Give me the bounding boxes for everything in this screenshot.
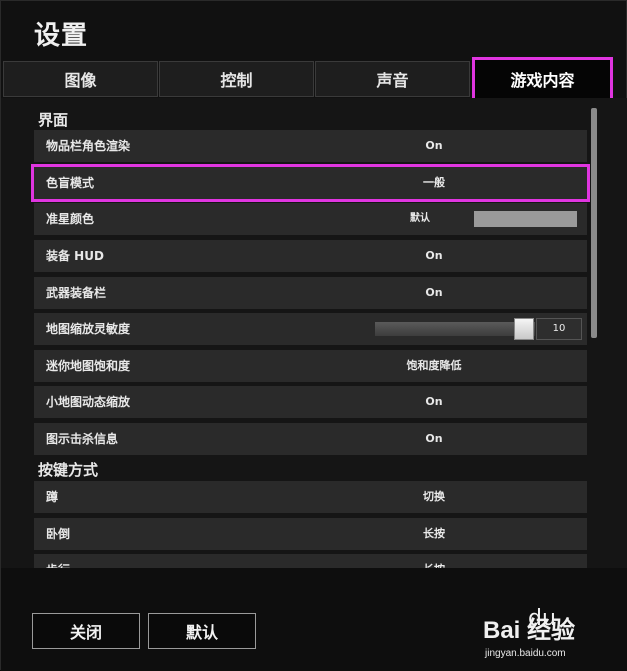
tab-bar: 图像 控制 声音 游戏内容 <box>3 57 626 101</box>
setting-value[interactable]: On <box>394 423 474 455</box>
slider-thumb[interactable] <box>514 318 534 340</box>
section-title-keybinds: 按键方式 <box>38 461 99 479</box>
slider-value[interactable]: 10 <box>536 318 582 340</box>
setting-value[interactable]: On <box>394 386 474 418</box>
setting-row-colorblind-mode[interactable]: 色盲模式 一般 <box>31 164 590 202</box>
setting-value[interactable]: 长按 <box>394 554 474 568</box>
setting-value[interactable]: 默认 <box>410 203 430 235</box>
setting-value[interactable]: 切换 <box>394 481 474 513</box>
setting-label: 卧倒 <box>46 527 71 541</box>
settings-list: 界面 物品栏角色渲染 On 色盲模式 一般 准星颜色 默认 装备 HUD On … <box>1 98 591 568</box>
setting-label: 图示击杀信息 <box>46 432 119 446</box>
setting-row-crouch[interactable]: 蹲 切换 <box>34 481 587 513</box>
setting-value[interactable]: On <box>394 240 474 272</box>
setting-row-walk[interactable]: 步行 长按 <box>34 554 587 568</box>
tab-sound[interactable]: 声音 <box>315 61 470 97</box>
paw-icon: du <box>528 606 556 631</box>
setting-label: 装备 HUD <box>46 249 104 263</box>
setting-row-minimap-saturation[interactable]: 迷你地图饱和度 饱和度降低 <box>34 350 587 382</box>
default-button[interactable]: 默认 <box>148 613 256 649</box>
section-title-interface: 界面 <box>38 111 69 129</box>
setting-row-crosshair-color[interactable]: 准星颜色 默认 <box>34 203 587 235</box>
setting-label: 地图缩放灵敏度 <box>46 322 131 336</box>
watermark-url: jingyan.baidu.com <box>485 648 566 659</box>
setting-value[interactable]: On <box>394 130 474 162</box>
scrollbar[interactable] <box>591 108 597 338</box>
color-swatch[interactable] <box>474 211 577 227</box>
setting-row-kill-feed-icons[interactable]: 图示击杀信息 On <box>34 423 587 455</box>
setting-label: 小地图动态缩放 <box>46 395 131 409</box>
setting-label: 武器装备栏 <box>46 286 107 300</box>
setting-value[interactable]: On <box>394 277 474 309</box>
setting-row-prone[interactable]: 卧倒 长按 <box>34 518 587 550</box>
tab-gameplay[interactable]: 游戏内容 <box>472 57 613 101</box>
settings-window: 设置 图像 控制 声音 游戏内容 界面 物品栏角色渲染 On 色盲模式 一般 准… <box>0 0 627 671</box>
setting-value[interactable]: 饱和度降低 <box>394 350 474 382</box>
settings-panel: 界面 物品栏角色渲染 On 色盲模式 一般 准星颜色 默认 装备 HUD On … <box>1 98 627 568</box>
slider-track[interactable] <box>375 322 535 336</box>
setting-label: 准星颜色 <box>46 212 95 226</box>
setting-value[interactable]: 一般 <box>394 167 474 199</box>
setting-label: 步行 <box>46 554 70 568</box>
setting-label: 迷你地图饱和度 <box>46 359 131 373</box>
setting-row-weapon-bar[interactable]: 武器装备栏 On <box>34 277 587 309</box>
setting-row-equipment-hud[interactable]: 装备 HUD On <box>34 240 587 272</box>
setting-row-inventory-render[interactable]: 物品栏角色渲染 On <box>34 130 587 162</box>
setting-label: 物品栏角色渲染 <box>46 139 131 153</box>
setting-row-map-zoom-sensitivity[interactable]: 地图缩放灵敏度 10 <box>34 313 587 345</box>
close-button[interactable]: 关闭 <box>32 613 140 649</box>
tab-graphics[interactable]: 图像 <box>3 61 158 97</box>
watermark: Bai 经验 du jingyan.baidu.com <box>483 604 623 664</box>
setting-row-minimap-dynamic-zoom[interactable]: 小地图动态缩放 On <box>34 386 587 418</box>
tab-controls[interactable]: 控制 <box>159 61 314 97</box>
setting-label: 色盲模式 <box>46 176 95 190</box>
window-title: 设置 <box>34 21 89 51</box>
setting-value[interactable]: 长按 <box>394 518 474 550</box>
setting-label: 蹲 <box>46 490 59 504</box>
